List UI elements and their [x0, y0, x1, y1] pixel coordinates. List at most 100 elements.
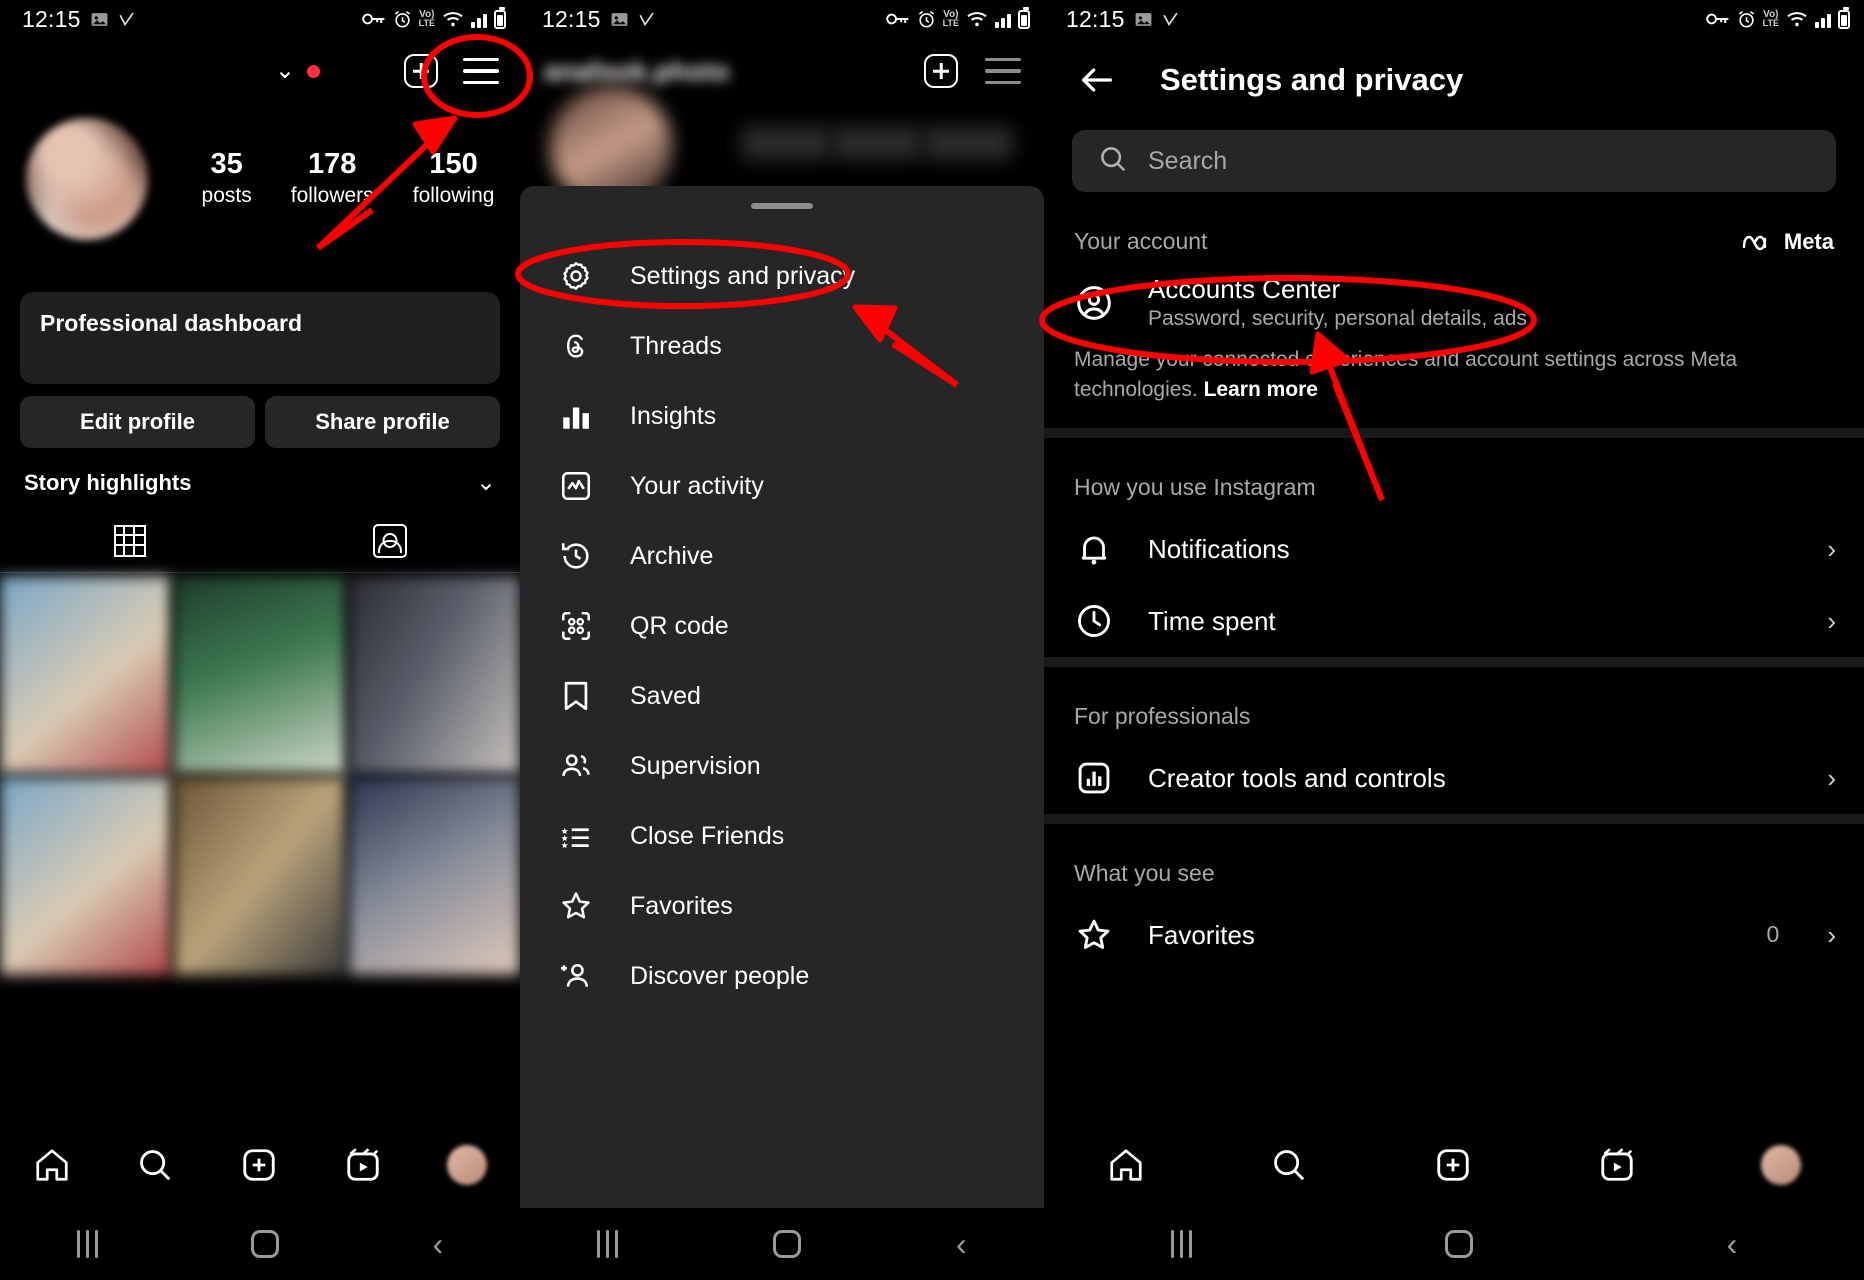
- lte-indicator: Vo) LTE: [1762, 9, 1779, 28]
- row-time-spent[interactable]: Time spent ›: [1044, 585, 1864, 657]
- menu-item-discover-people[interactable]: Discover people: [520, 941, 1044, 1011]
- note-text: Manage your connected experiences and ac…: [1074, 348, 1738, 402]
- menu-item-label: Saved: [630, 681, 701, 710]
- recents-button[interactable]: [76, 1230, 98, 1258]
- search-icon[interactable]: [1270, 1146, 1308, 1184]
- stat-posts[interactable]: 35 posts: [202, 148, 252, 211]
- accounts-center-title: Accounts Center: [1148, 273, 1341, 304]
- menu-item-settings-and-privacy[interactable]: Settings and privacy: [520, 241, 1044, 311]
- home-button[interactable]: [773, 1230, 802, 1258]
- section-your-account: Your account Meta Accounts Center Passwo…: [1044, 202, 1864, 428]
- menu-item-saved[interactable]: Saved: [520, 661, 1044, 731]
- menu-list: Settings and privacy Threads Insights Yo…: [520, 241, 1044, 1011]
- back-button[interactable]: ‹: [956, 1228, 967, 1260]
- photo-tile[interactable]: [174, 777, 346, 975]
- stat-followers[interactable]: 178 followers: [291, 148, 374, 211]
- chevron-down-icon[interactable]: ⌄: [275, 59, 295, 83]
- chevron-right-icon: ›: [1827, 605, 1836, 636]
- bottom-navigation-1: [0, 1122, 520, 1208]
- home-button[interactable]: [1445, 1230, 1474, 1258]
- android-navigation-1: ‹: [0, 1208, 520, 1280]
- home-icon[interactable]: [33, 1146, 71, 1184]
- wifi-icon: [966, 10, 988, 28]
- reels-icon[interactable]: [1598, 1146, 1636, 1184]
- section-divider: [1044, 813, 1864, 824]
- professional-dashboard-card[interactable]: Professional dashboard: [20, 292, 500, 384]
- archive-icon: [558, 538, 594, 574]
- profile-avatar[interactable]: [447, 1145, 488, 1185]
- account-circle-icon: [1074, 283, 1114, 323]
- status-bar-3: 12:15 Vo) LTE: [1044, 0, 1864, 38]
- page-title: Settings and privacy: [1160, 62, 1464, 97]
- edit-profile-button[interactable]: Edit profile: [20, 396, 255, 448]
- wifi-icon: [442, 10, 464, 28]
- menu-item-qr-code[interactable]: QR code: [520, 591, 1044, 661]
- discover-people-icon: [558, 958, 594, 994]
- recents-button[interactable]: [1170, 1230, 1192, 1258]
- row-label: Favorites: [1148, 919, 1255, 950]
- posts-label: posts: [201, 183, 252, 207]
- section-divider: [1044, 427, 1864, 438]
- menu-item-favorites[interactable]: Favorites: [520, 871, 1044, 941]
- home-button[interactable]: [251, 1230, 280, 1258]
- menu-item-archive[interactable]: Archive: [520, 521, 1044, 591]
- photo-tile[interactable]: [0, 777, 172, 975]
- tagged-icon: [373, 524, 407, 558]
- menu-item-supervision[interactable]: Supervision: [520, 731, 1044, 801]
- clock-icon: [1074, 601, 1114, 641]
- back-button[interactable]: ‹: [1727, 1228, 1738, 1260]
- hamburger-menu-button[interactable]: [982, 50, 1024, 92]
- accounts-center-row[interactable]: Accounts Center Password, security, pers…: [1044, 267, 1864, 339]
- search-icon[interactable]: [136, 1146, 174, 1184]
- row-label: Time spent: [1148, 605, 1276, 636]
- hamburger-menu-button[interactable]: [460, 50, 502, 92]
- favorites-count: 0: [1766, 921, 1780, 948]
- tab-tagged[interactable]: [260, 524, 520, 572]
- photo-tile[interactable]: [348, 777, 520, 975]
- photo-tile[interactable]: [0, 576, 172, 774]
- status-bar-1: 12:15 Vo) LTE: [0, 0, 520, 38]
- recents-button[interactable]: [597, 1230, 619, 1258]
- menu-item-insights[interactable]: Insights: [520, 381, 1044, 451]
- photo-tile[interactable]: [174, 576, 346, 774]
- create-icon[interactable]: [1434, 1146, 1472, 1184]
- create-new-button[interactable]: [920, 50, 962, 92]
- section-title: Your account: [1074, 228, 1208, 254]
- drag-handle[interactable]: [751, 203, 813, 209]
- menu-item-label: Archive: [630, 541, 714, 570]
- row-notifications[interactable]: Notifications ›: [1044, 513, 1864, 585]
- image-icon: [90, 10, 109, 29]
- tab-grid[interactable]: [0, 524, 260, 572]
- stat-following[interactable]: 150 following: [413, 148, 495, 211]
- profile-stats-row: [740, 126, 1014, 166]
- following-label: following: [412, 183, 495, 207]
- menu-item-threads[interactable]: Threads: [520, 311, 1044, 381]
- qr-code-icon: [558, 608, 594, 644]
- bell-icon: [1074, 529, 1114, 569]
- menu-item-label: Settings and privacy: [630, 261, 856, 290]
- chevron-down-icon[interactable]: ⌄: [476, 471, 496, 495]
- photo-tile[interactable]: [348, 576, 520, 774]
- back-button[interactable]: ‹: [433, 1228, 444, 1260]
- profile-avatar[interactable]: [26, 118, 148, 240]
- row-creator-tools[interactable]: Creator tools and controls ›: [1044, 742, 1864, 814]
- share-profile-button[interactable]: Share profile: [265, 396, 500, 448]
- create-new-button[interactable]: [400, 50, 442, 92]
- story-highlights-header[interactable]: Story highlights ⌄: [24, 470, 496, 496]
- profile-avatar[interactable]: [1761, 1145, 1802, 1185]
- row-favorites[interactable]: Favorites 0 ›: [1044, 899, 1864, 971]
- reels-icon[interactable]: [344, 1146, 382, 1184]
- home-icon[interactable]: [1107, 1146, 1145, 1184]
- section-title: How you use Instagram: [1074, 473, 1316, 500]
- section-title: For professionals: [1074, 702, 1251, 729]
- menu-item-close-friends[interactable]: Close Friends: [520, 801, 1044, 871]
- bookmark-icon: [558, 678, 594, 714]
- section-how-you-use-instagram: How you use Instagram Notifications › Ti…: [1044, 448, 1864, 657]
- section-divider: [1044, 656, 1864, 667]
- menu-item-your-activity[interactable]: Your activity: [520, 451, 1044, 521]
- search-input[interactable]: Search: [1072, 130, 1836, 192]
- learn-more-link[interactable]: Learn more: [1204, 378, 1318, 401]
- back-arrow-icon[interactable]: [1076, 59, 1118, 101]
- alarm-icon: [917, 10, 936, 29]
- create-icon[interactable]: [240, 1146, 278, 1184]
